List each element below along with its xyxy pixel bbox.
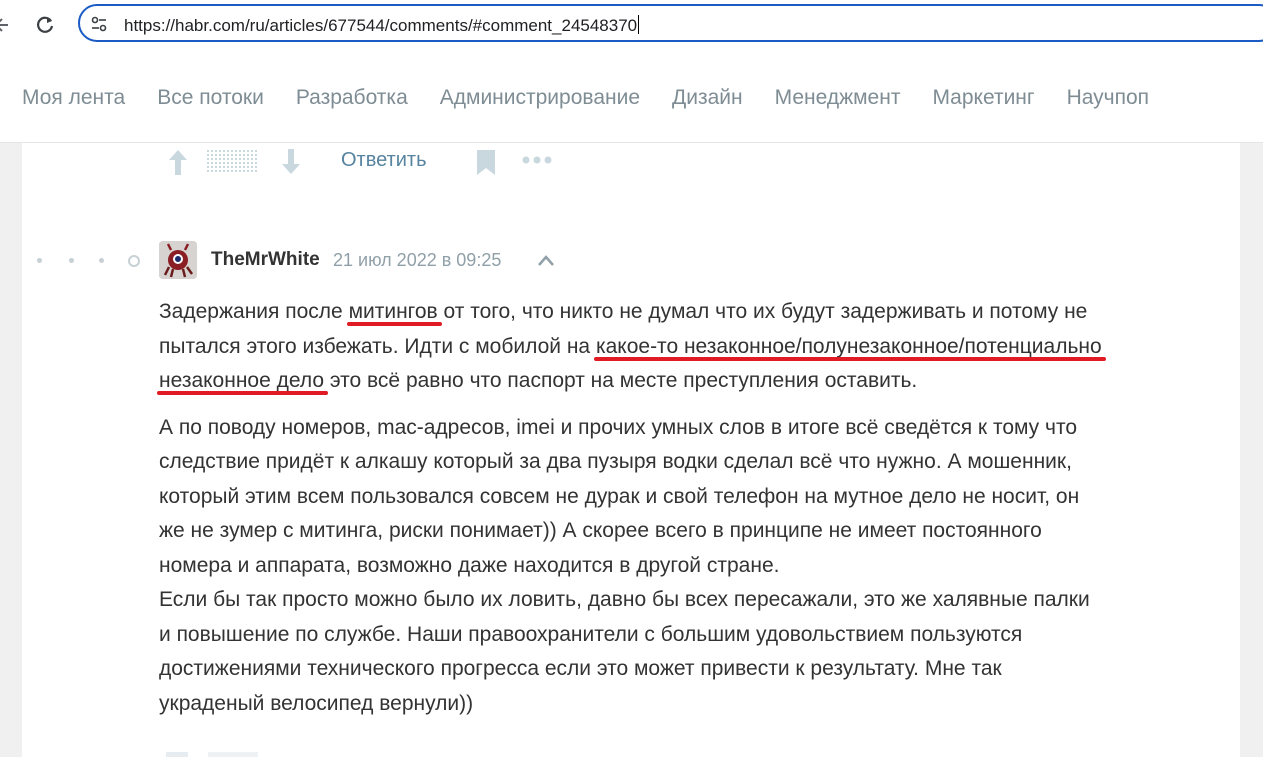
reply-button[interactable]: Ответить (341, 149, 427, 172)
text-caret (638, 15, 640, 34)
browser-toolbar: https://habr.com/ru/articles/677544/comm… (0, 0, 1263, 52)
thread-dot (69, 258, 74, 263)
text-line: номера и аппарата, возможно даже находит… (159, 553, 780, 577)
comment-text: Задержания после митингов от того, что н… (157, 295, 1229, 722)
address-bar[interactable]: https://habr.com/ru/articles/677544/comm… (78, 4, 1263, 42)
red-underline-annotation (346, 322, 442, 326)
nav-item-development[interactable]: Разработка (296, 86, 408, 110)
annotated-phrase: митингов (346, 300, 442, 326)
nav-item-administration[interactable]: Администрирование (440, 86, 640, 110)
text-span: от того, что никто не думал что их будут… (437, 300, 1088, 323)
arrow-down-icon[interactable] (279, 147, 303, 177)
reload-icon[interactable] (34, 13, 56, 37)
text-line: Задержания после митингов от того, что н… (159, 295, 1229, 330)
chevron-up-icon[interactable] (536, 252, 556, 268)
text-span: Задержания после (159, 300, 349, 323)
arrow-left-icon[interactable] (0, 13, 10, 37)
nav-item-management[interactable]: Менеджмент (775, 86, 901, 110)
annotated-phrase: какое-то незаконное/полунезаконное/потен… (593, 335, 1106, 361)
bookmark-icon[interactable] (474, 147, 498, 177)
nav-item-design[interactable]: Дизайн (672, 86, 743, 110)
hidden-score-icon (207, 149, 259, 174)
text-line: же не зумер с митинга, риски понимает)) … (159, 519, 1042, 542)
avatar-image (159, 241, 197, 279)
avatar[interactable] (159, 241, 197, 279)
text-span: это всё равно что паспорт на месте прест… (324, 369, 918, 392)
red-underline-annotation (593, 356, 1106, 361)
comment-author[interactable]: TheMrWhite (211, 249, 320, 271)
nav-list: Моя лента Все потоки Разработка Админист… (22, 86, 1181, 110)
text-line: пытался этого избежать. Идти с мобилой н… (159, 330, 1229, 365)
nav-item-marketing[interactable]: Маркетинг (932, 86, 1034, 110)
text-line: следствие придёт к алкашу который за два… (159, 450, 1072, 473)
arrow-up-icon[interactable] (166, 147, 190, 177)
thread-indent-markers (34, 254, 144, 268)
text-line: достижениями технического прогресса если… (159, 657, 1002, 680)
text-span: пытался этого избежать. Идти с мобилой н… (159, 334, 596, 358)
tune-icon[interactable] (90, 15, 108, 33)
next-comment-actions-partial (166, 752, 258, 757)
url-text[interactable]: https://habr.com/ru/articles/677544/comm… (124, 15, 640, 36)
thread-dot (99, 258, 104, 263)
comment-paragraph: А по поводу номеров, mac-адресов, imei и… (159, 411, 1229, 722)
nav-item-my-feed[interactable]: Моя лента (22, 86, 125, 110)
more-dots-icon[interactable] (521, 154, 553, 166)
text-line: и повышение по службе. Наши правоохранит… (159, 622, 1023, 646)
nav-item-all-streams[interactable]: Все потоки (157, 86, 264, 110)
annotated-phrase: незаконное дело (157, 369, 329, 395)
comment-date[interactable]: 21 июл 2022 в 09:25 (333, 250, 501, 271)
text-line: украденый велосипед вернули)) (159, 691, 474, 715)
text-line: А по поводу номеров, mac-адресов, imei и… (159, 415, 1078, 439)
site-navigation: Моя лента Все потоки Разработка Админист… (0, 52, 1263, 143)
text-line: который этим всем пользовался совсем не … (159, 484, 1080, 508)
thread-dot (37, 258, 42, 263)
nav-item-popsci[interactable]: Научпоп (1067, 86, 1149, 110)
text-line: незаконное дело это всё равно что паспор… (157, 364, 1229, 399)
thread-dot-current[interactable] (128, 255, 140, 267)
red-underline-annotation (157, 391, 329, 395)
text-line: Если бы так просто можно было их ловить,… (159, 588, 1090, 611)
comment-paragraph: Задержания после митингов от того, что н… (157, 295, 1229, 399)
